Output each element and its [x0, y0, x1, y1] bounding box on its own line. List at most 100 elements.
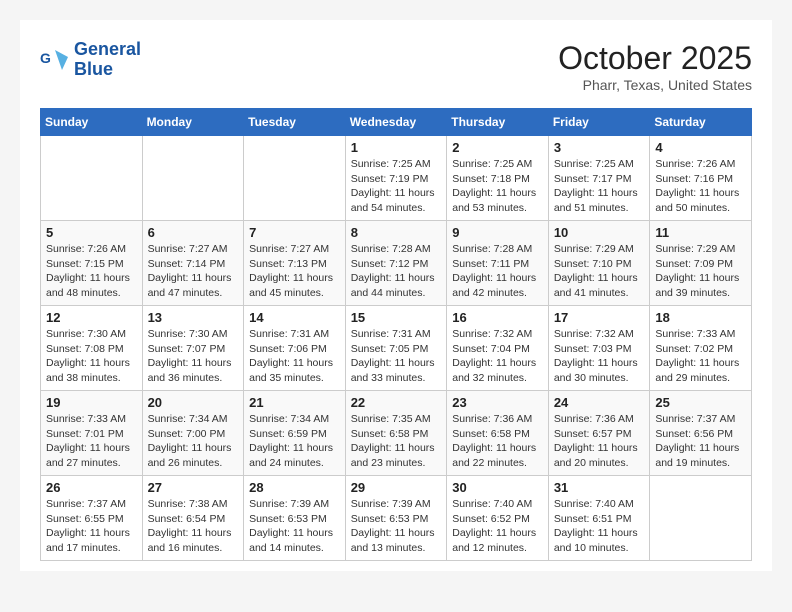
- day-info: Sunrise: 7:25 AM Sunset: 7:17 PM Dayligh…: [554, 158, 638, 214]
- day-info: Sunrise: 7:29 AM Sunset: 7:09 PM Dayligh…: [655, 243, 739, 299]
- calendar-cell: 17 Sunrise: 7:32 AM Sunset: 7:03 PM Dayli…: [548, 306, 650, 391]
- day-number: 24: [554, 395, 645, 410]
- day-info: Sunrise: 7:31 AM Sunset: 7:06 PM Dayligh…: [249, 328, 333, 384]
- calendar-cell: 9 Sunrise: 7:28 AM Sunset: 7:11 PM Daylig…: [447, 221, 549, 306]
- day-info: Sunrise: 7:28 AM Sunset: 7:12 PM Dayligh…: [351, 243, 435, 299]
- calendar-cell: 20 Sunrise: 7:34 AM Sunset: 7:00 PM Dayli…: [142, 391, 244, 476]
- day-info: Sunrise: 7:31 AM Sunset: 7:05 PM Dayligh…: [351, 328, 435, 384]
- title-block: October 2025 Pharr, Texas, United States: [558, 40, 752, 93]
- day-number: 31: [554, 480, 645, 495]
- calendar-cell: 7 Sunrise: 7:27 AM Sunset: 7:13 PM Daylig…: [244, 221, 346, 306]
- weekday-header-wednesday: Wednesday: [345, 109, 447, 136]
- calendar-cell: 1 Sunrise: 7:25 AM Sunset: 7:19 PM Daylig…: [345, 136, 447, 221]
- calendar-cell: 14 Sunrise: 7:31 AM Sunset: 7:06 PM Dayli…: [244, 306, 346, 391]
- calendar-cell: 22 Sunrise: 7:35 AM Sunset: 6:58 PM Dayli…: [345, 391, 447, 476]
- day-number: 12: [46, 310, 137, 325]
- weekday-header-sunday: Sunday: [41, 109, 143, 136]
- day-info: Sunrise: 7:28 AM Sunset: 7:11 PM Dayligh…: [452, 243, 536, 299]
- day-number: 4: [655, 140, 746, 155]
- calendar-cell: 3 Sunrise: 7:25 AM Sunset: 7:17 PM Daylig…: [548, 136, 650, 221]
- day-info: Sunrise: 7:26 AM Sunset: 7:15 PM Dayligh…: [46, 243, 130, 299]
- day-info: Sunrise: 7:39 AM Sunset: 6:53 PM Dayligh…: [249, 498, 333, 554]
- day-info: Sunrise: 7:30 AM Sunset: 7:08 PM Dayligh…: [46, 328, 130, 384]
- day-number: 19: [46, 395, 137, 410]
- day-number: 21: [249, 395, 340, 410]
- day-info: Sunrise: 7:37 AM Sunset: 6:55 PM Dayligh…: [46, 498, 130, 554]
- page: G General Blue October 2025 Pharr, Texas…: [20, 20, 772, 571]
- header: G General Blue October 2025 Pharr, Texas…: [40, 40, 752, 93]
- logo-line2: Blue: [74, 59, 113, 79]
- calendar-cell: 24 Sunrise: 7:36 AM Sunset: 6:57 PM Dayli…: [548, 391, 650, 476]
- week-row-1: 1 Sunrise: 7:25 AM Sunset: 7:19 PM Daylig…: [41, 136, 752, 221]
- logo-text: General Blue: [74, 40, 141, 80]
- day-number: 8: [351, 225, 442, 240]
- calendar-cell: 6Sunrise: 7:27 AM Sunset: 7:14 PM Daylig…: [142, 221, 244, 306]
- day-info: Sunrise: 7:34 AM Sunset: 7:00 PM Dayligh…: [148, 413, 232, 469]
- day-number: 22: [351, 395, 442, 410]
- day-info: Sunrise: 7:39 AM Sunset: 6:53 PM Dayligh…: [351, 498, 435, 554]
- day-info: Sunrise: 7:25 AM Sunset: 7:19 PM Dayligh…: [351, 158, 435, 214]
- calendar-cell: [650, 476, 752, 561]
- calendar-table: SundayMondayTuesdayWednesdayThursdayFrid…: [40, 108, 752, 561]
- day-info: Sunrise: 7:32 AM Sunset: 7:04 PM Dayligh…: [452, 328, 536, 384]
- week-row-3: 12 Sunrise: 7:30 AM Sunset: 7:08 PM Dayli…: [41, 306, 752, 391]
- day-info: Sunrise: 7:27 AM Sunset: 7:13 PM Dayligh…: [249, 243, 333, 299]
- calendar-cell: [41, 136, 143, 221]
- day-info: Sunrise: 7:32 AM Sunset: 7:03 PM Dayligh…: [554, 328, 638, 384]
- day-number: 25: [655, 395, 746, 410]
- day-info: Sunrise: 7:33 AM Sunset: 7:01 PM Dayligh…: [46, 413, 130, 469]
- svg-text:G: G: [40, 50, 51, 66]
- day-info: Sunrise: 7:27 AM Sunset: 7:14 PM Dayligh…: [148, 243, 232, 299]
- day-info: Sunrise: 7:38 AM Sunset: 6:54 PM Dayligh…: [148, 498, 232, 554]
- week-row-2: 5Sunrise: 7:26 AM Sunset: 7:15 PM Daylig…: [41, 221, 752, 306]
- day-info: Sunrise: 7:40 AM Sunset: 6:52 PM Dayligh…: [452, 498, 536, 554]
- day-number: 27: [148, 480, 239, 495]
- calendar-cell: 10Sunrise: 7:29 AM Sunset: 7:10 PM Dayli…: [548, 221, 650, 306]
- day-info: Sunrise: 7:40 AM Sunset: 6:51 PM Dayligh…: [554, 498, 638, 554]
- day-info: Sunrise: 7:36 AM Sunset: 6:57 PM Dayligh…: [554, 413, 638, 469]
- day-number: 23: [452, 395, 543, 410]
- day-number: 1: [351, 140, 442, 155]
- day-number: 11: [655, 225, 746, 240]
- calendar-cell: [142, 136, 244, 221]
- day-number: 28: [249, 480, 340, 495]
- logo-line1: General: [74, 39, 141, 59]
- day-info: Sunrise: 7:37 AM Sunset: 6:56 PM Dayligh…: [655, 413, 739, 469]
- weekday-header-saturday: Saturday: [650, 109, 752, 136]
- calendar-cell: 27 Sunrise: 7:38 AM Sunset: 6:54 PM Dayli…: [142, 476, 244, 561]
- day-number: 3: [554, 140, 645, 155]
- calendar-cell: 2Sunrise: 7:25 AM Sunset: 7:18 PM Daylig…: [447, 136, 549, 221]
- calendar-cell: 28 Sunrise: 7:39 AM Sunset: 6:53 PM Dayli…: [244, 476, 346, 561]
- day-number: 20: [148, 395, 239, 410]
- day-info: Sunrise: 7:35 AM Sunset: 6:58 PM Dayligh…: [351, 413, 435, 469]
- week-row-5: 26 Sunrise: 7:37 AM Sunset: 6:55 PM Dayli…: [41, 476, 752, 561]
- day-info: Sunrise: 7:30 AM Sunset: 7:07 PM Dayligh…: [148, 328, 232, 384]
- day-number: 17: [554, 310, 645, 325]
- calendar-cell: 11 Sunrise: 7:29 AM Sunset: 7:09 PM Dayli…: [650, 221, 752, 306]
- day-info: Sunrise: 7:26 AM Sunset: 7:16 PM Dayligh…: [655, 158, 739, 214]
- calendar-cell: 8 Sunrise: 7:28 AM Sunset: 7:12 PM Daylig…: [345, 221, 447, 306]
- week-row-4: 19 Sunrise: 7:33 AM Sunset: 7:01 PM Dayli…: [41, 391, 752, 476]
- day-number: 14: [249, 310, 340, 325]
- day-number: 26: [46, 480, 137, 495]
- day-number: 10: [554, 225, 645, 240]
- day-number: 9: [452, 225, 543, 240]
- day-info: Sunrise: 7:36 AM Sunset: 6:58 PM Dayligh…: [452, 413, 536, 469]
- month-title: October 2025: [558, 40, 752, 77]
- logo: G General Blue: [40, 40, 141, 80]
- logo-icon: G: [40, 45, 70, 75]
- calendar-cell: 26 Sunrise: 7:37 AM Sunset: 6:55 PM Dayli…: [41, 476, 143, 561]
- day-number: 30: [452, 480, 543, 495]
- calendar-cell: 25 Sunrise: 7:37 AM Sunset: 6:56 PM Dayli…: [650, 391, 752, 476]
- calendar-cell: 4 Sunrise: 7:26 AM Sunset: 7:16 PM Daylig…: [650, 136, 752, 221]
- day-number: 29: [351, 480, 442, 495]
- calendar-cell: 18Sunrise: 7:33 AM Sunset: 7:02 PM Dayli…: [650, 306, 752, 391]
- calendar-cell: 19 Sunrise: 7:33 AM Sunset: 7:01 PM Dayli…: [41, 391, 143, 476]
- calendar-cell: 23 Sunrise: 7:36 AM Sunset: 6:58 PM Dayli…: [447, 391, 549, 476]
- day-number: 13: [148, 310, 239, 325]
- weekday-header-thursday: Thursday: [447, 109, 549, 136]
- calendar-cell: 29 Sunrise: 7:39 AM Sunset: 6:53 PM Dayli…: [345, 476, 447, 561]
- day-number: 7: [249, 225, 340, 240]
- calendar-cell: 15Sunrise: 7:31 AM Sunset: 7:05 PM Dayli…: [345, 306, 447, 391]
- calendar-cell: 12 Sunrise: 7:30 AM Sunset: 7:08 PM Dayli…: [41, 306, 143, 391]
